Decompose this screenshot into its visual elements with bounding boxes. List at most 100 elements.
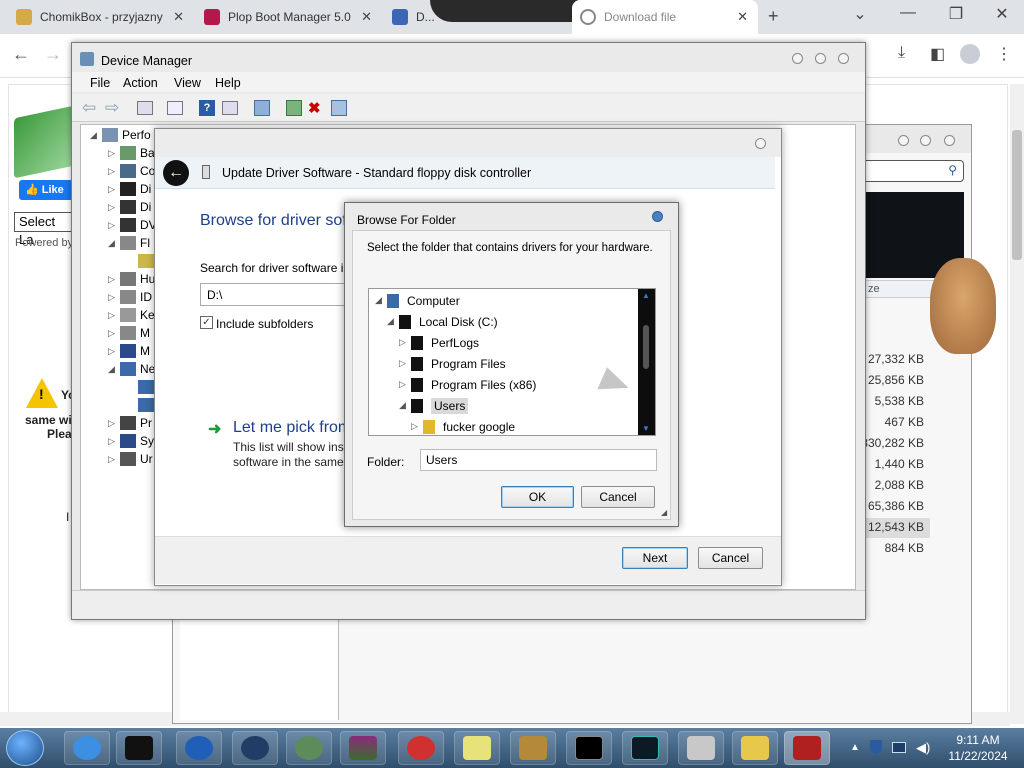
folder-tree-item[interactable]: ◢ Local Disk (C:) — [375, 311, 641, 332]
expand-icon[interactable]: ▷ — [108, 148, 120, 159]
tab-download-file[interactable]: Download file ✕ — [572, 0, 758, 34]
device-category-item[interactable]: ▷ M — [90, 324, 160, 342]
expand-icon[interactable]: ▷ — [108, 292, 120, 303]
forward-arrow-icon[interactable]: → — [44, 44, 62, 65]
device-category-item[interactable] — [90, 396, 160, 414]
expand-icon[interactable]: ▷ — [108, 184, 120, 195]
explorer-maximize-button[interactable] — [920, 135, 931, 146]
taskbar-explorer-button[interactable] — [732, 731, 778, 765]
tab-chomikbox[interactable]: ChomikBox - przyjazny ✕ — [8, 0, 194, 34]
device-category-item[interactable]: ▷ DV — [90, 216, 160, 234]
restore-icon[interactable]: ❐ — [936, 4, 976, 24]
taskbar-winrar-button[interactable] — [340, 731, 386, 765]
bff-close-button[interactable] — [652, 211, 663, 222]
expand-icon[interactable]: ▷ — [108, 328, 120, 339]
menu-help[interactable]: Help — [215, 76, 241, 90]
show-hidden-icons-icon[interactable]: ▲ — [850, 742, 860, 753]
taskbar-media-player-button[interactable] — [176, 731, 222, 765]
folder-tree-item[interactable]: ▷ fucker google — [375, 416, 641, 435]
expand-icon[interactable]: ▷ — [411, 421, 423, 432]
expand-icon[interactable]: ▷ — [108, 220, 120, 231]
display-icon[interactable] — [892, 742, 906, 753]
expand-icon[interactable]: ◢ — [108, 364, 120, 375]
minimize-icon[interactable]: — — [888, 4, 928, 22]
expand-icon[interactable]: ▷ — [108, 202, 120, 213]
close-button[interactable] — [838, 53, 849, 64]
taskbar-sticky-notes-button[interactable] — [454, 731, 500, 765]
cancel-button[interactable]: Cancel — [698, 547, 763, 569]
device-category-item[interactable]: ▷ M — [90, 342, 160, 360]
device-category-item[interactable]: ▷ Ba — [90, 144, 160, 162]
taskbar-device-manager-button[interactable] — [784, 731, 830, 765]
expand-icon[interactable]: ▷ — [108, 310, 120, 321]
device-category-item[interactable]: ▷ Ur — [90, 450, 160, 468]
details-icon[interactable] — [222, 101, 238, 115]
chevron-down-icon[interactable]: ⌄ — [840, 4, 880, 24]
maximize-button[interactable] — [815, 53, 826, 64]
expand-icon[interactable]: ◢ — [90, 130, 102, 141]
device-category-item[interactable]: ▷ ID — [90, 288, 160, 306]
pick-from-list-link[interactable]: Let me pick from — [233, 419, 351, 437]
device-category-item[interactable]: ◢ Ne — [90, 360, 160, 378]
expand-icon[interactable]: ▷ — [399, 337, 411, 348]
taskbar-network-button[interactable] — [286, 731, 332, 765]
expand-icon[interactable]: ▷ — [399, 358, 411, 369]
device-category-item[interactable]: ▷ Di — [90, 180, 160, 198]
folder-tree-item[interactable]: ▷ PerfLogs — [375, 332, 641, 353]
close-tab-icon[interactable]: ✕ — [737, 9, 748, 25]
taskbar-globe-button[interactable] — [232, 731, 278, 765]
device-category-item[interactable]: ▷ Di — [90, 198, 160, 216]
properties-icon[interactable] — [137, 101, 153, 115]
show-hide-icon[interactable] — [167, 101, 183, 115]
device-category-item[interactable] — [90, 378, 160, 396]
page-scroll-thumb[interactable] — [1012, 130, 1022, 260]
driver-path-input[interactable]: D:\ — [200, 283, 348, 306]
taskbar-cmd-button[interactable] — [566, 731, 612, 765]
minimize-button[interactable] — [792, 53, 803, 64]
forward-icon[interactable]: ⇨ — [105, 98, 119, 118]
taskbar-snipping-button[interactable] — [398, 731, 444, 765]
facebook-like-button[interactable]: 👍 Like — [19, 180, 73, 200]
menu-view[interactable]: View — [174, 76, 201, 90]
folder-tree[interactable]: ◢ Computer ◢ Local Disk (C:) ▷ PerfLogs ▷ Progr… — [368, 288, 656, 436]
device-category-item[interactable]: ▷ Sy — [90, 432, 160, 450]
explorer-search-input[interactable]: ⚲ — [860, 160, 964, 182]
device-category-item[interactable]: ▷ Pr — [90, 414, 160, 432]
scroll-up-icon[interactable]: ▲ — [642, 291, 650, 300]
device-category-item[interactable]: ▷ Ke — [90, 306, 160, 324]
back-arrow-icon[interactable]: ← — [163, 160, 189, 186]
uninstall-icon[interactable]: ✖ — [308, 99, 321, 117]
menu-file[interactable]: File — [90, 76, 110, 90]
profile-icon[interactable] — [960, 44, 980, 64]
folder-tree-item[interactable]: ◢ Computer — [375, 290, 641, 311]
bff-cancel-button[interactable]: Cancel — [581, 486, 655, 508]
expand-icon[interactable]: ▷ — [108, 436, 120, 447]
expand-icon[interactable]: ▷ — [108, 274, 120, 285]
folder-tree-item[interactable]: ▷ Program Files — [375, 353, 641, 374]
device-category-item[interactable]: ▷ Hu — [90, 270, 160, 288]
green-arrow-icon[interactable]: ➜ — [208, 419, 221, 439]
device-category-item[interactable] — [90, 252, 160, 270]
system-clock[interactable]: 9:11 AM 11/22/2024 — [944, 732, 1012, 764]
resize-grip-icon[interactable]: ◢ — [661, 508, 667, 517]
expand-icon[interactable]: ▷ — [108, 166, 120, 177]
back-icon[interactable]: ⇦ — [82, 98, 96, 118]
expand-icon[interactable]: ▷ — [399, 379, 411, 390]
folder-input[interactable]: Users — [420, 449, 657, 471]
scroll-down-icon[interactable]: ▼ — [642, 424, 650, 433]
folder-tree-item[interactable]: ◢ Users — [375, 395, 641, 416]
close-tab-icon[interactable]: ✕ — [361, 9, 372, 25]
tab-plop[interactable]: Plop Boot Manager 5.0 ✕ — [196, 0, 382, 34]
include-subfolders-checkbox[interactable]: ✓ — [200, 316, 213, 329]
device-tree-root[interactable]: ◢ Perfo — [90, 126, 160, 144]
collapse-icon[interactable]: ◢ — [399, 400, 411, 411]
expand-icon[interactable]: ▷ — [108, 454, 120, 465]
close-tab-icon[interactable]: ✕ — [173, 9, 184, 25]
scroll-thumb[interactable] — [643, 325, 649, 369]
expand-icon[interactable]: ▷ — [108, 346, 120, 357]
menu-dots-icon[interactable]: ⋮ — [996, 44, 1012, 64]
start-button[interactable] — [6, 730, 44, 766]
taskbar-monitor-button[interactable] — [622, 731, 668, 765]
expand-icon[interactable]: ◢ — [108, 238, 120, 249]
close-window-icon[interactable]: ✕ — [982, 4, 1022, 24]
